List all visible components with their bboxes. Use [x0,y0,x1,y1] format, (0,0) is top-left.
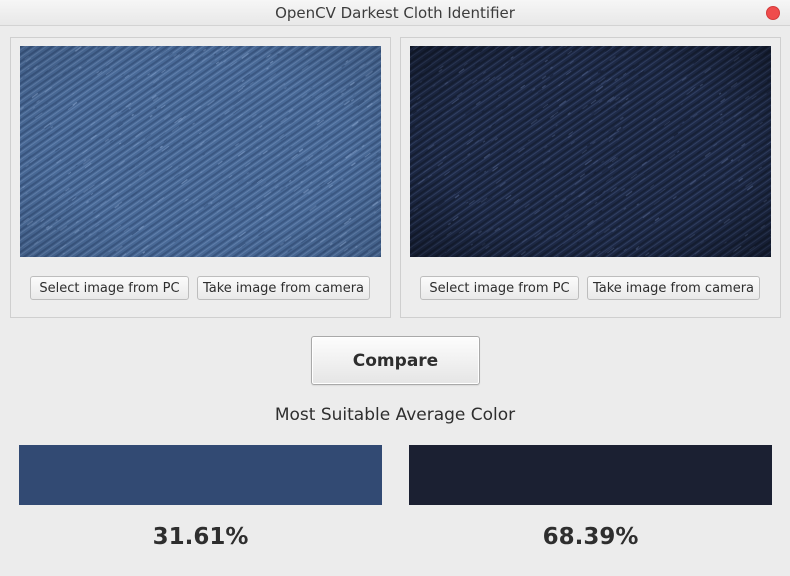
left-image-preview [20,46,381,257]
right-image-panel: Select image from PC Take image from cam… [400,37,781,318]
close-icon[interactable] [766,6,780,20]
compare-button[interactable]: Compare [311,336,480,385]
result-heading: Most Suitable Average Color [274,405,516,425]
right-image-preview [410,46,771,257]
right-select-image-button[interactable]: Select image from PC [420,276,579,300]
left-camera-button[interactable]: Take image from camera [197,276,370,300]
window-titlebar: OpenCV Darkest Cloth Identifier [0,0,790,26]
right-camera-button[interactable]: Take image from camera [587,276,760,300]
dark-denim-fabric-image [410,46,771,257]
light-denim-fabric-image [20,46,381,257]
window-title: OpenCV Darkest Cloth Identifier [275,4,515,22]
right-average-color-swatch [409,445,772,505]
left-select-image-button[interactable]: Select image from PC [30,276,189,300]
left-image-panel: Select image from PC Take image from cam… [10,37,391,318]
left-percentage: 31.61% [152,524,249,550]
right-percentage: 68.39% [542,524,639,550]
left-average-color-swatch [19,445,382,505]
